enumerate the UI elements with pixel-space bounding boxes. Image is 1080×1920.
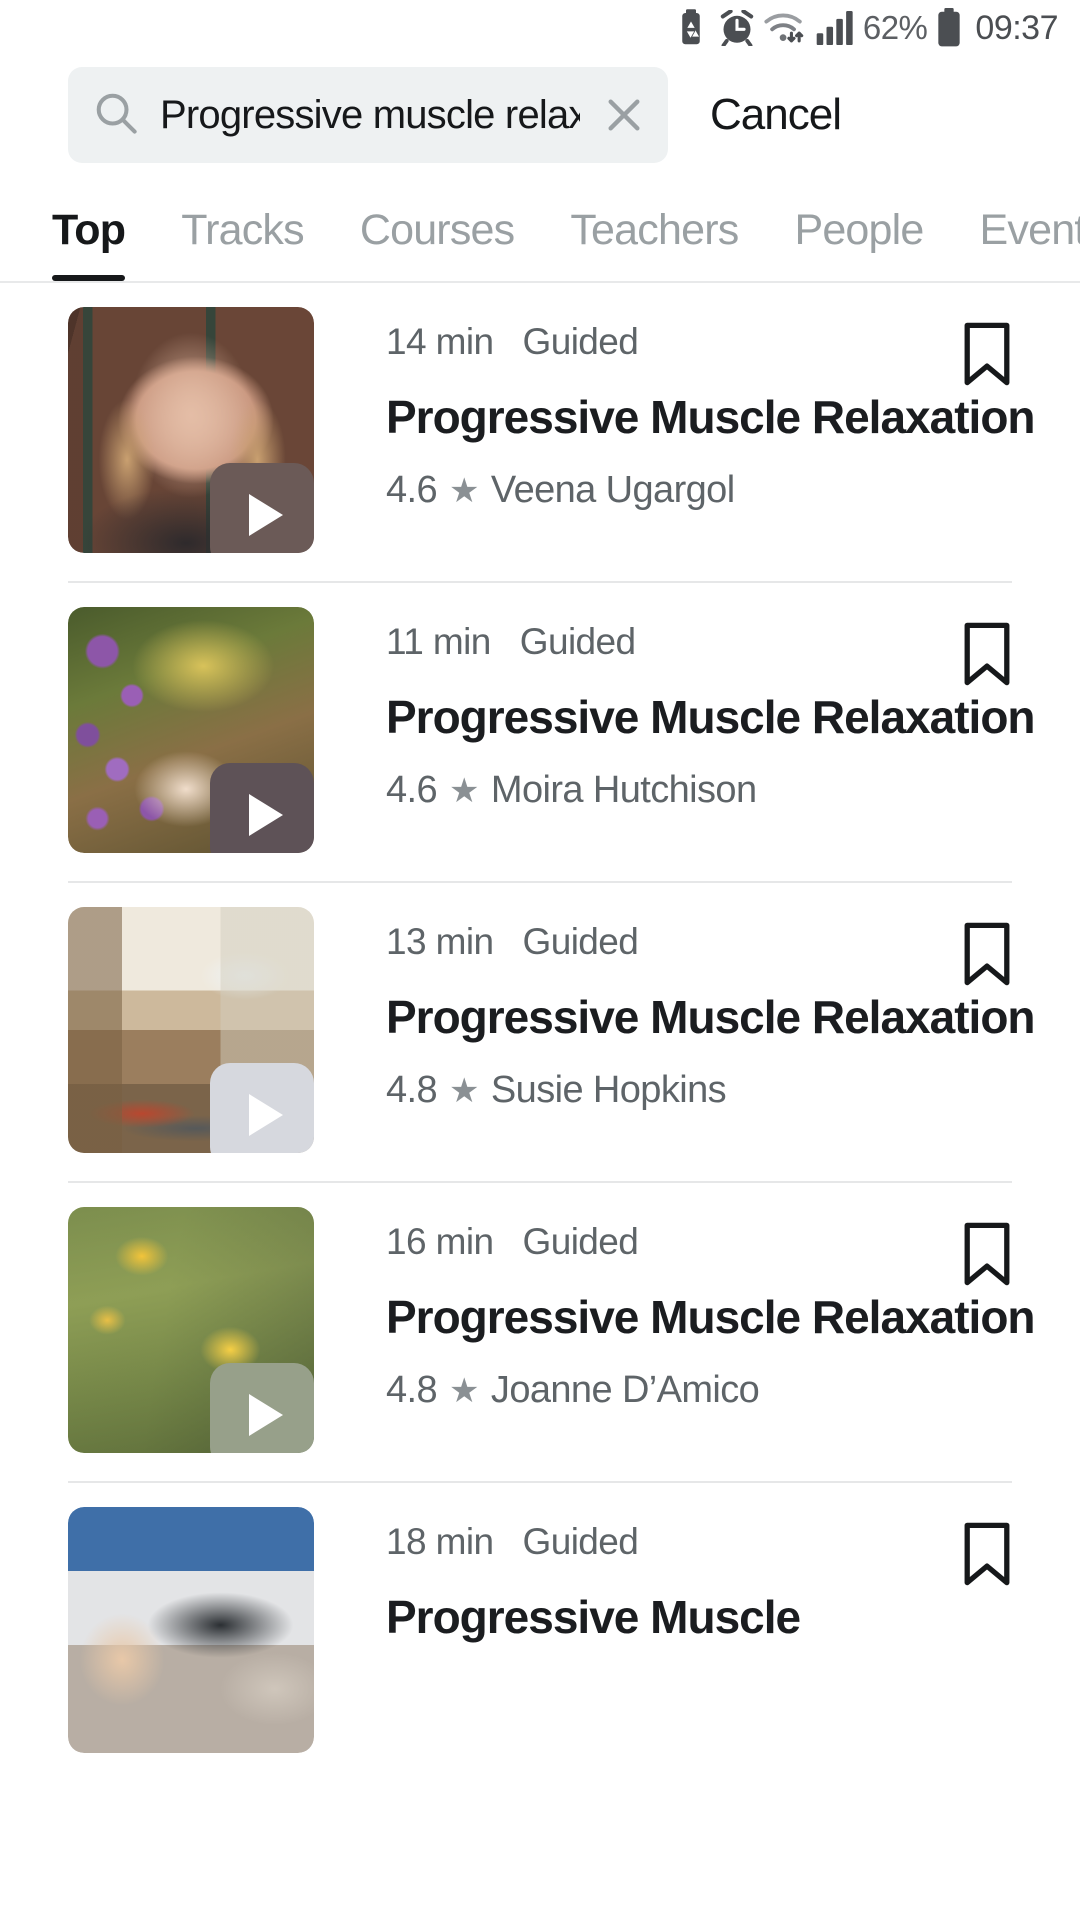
close-icon[interactable] xyxy=(602,93,646,137)
star-icon: ★ xyxy=(449,471,479,510)
track-rating-row: 4.6 ★ Moira Hutchison xyxy=(386,769,1080,812)
star-icon: ★ xyxy=(449,771,479,810)
bookmark-icon[interactable] xyxy=(960,921,1014,987)
battery-icon xyxy=(936,8,962,48)
track-kind: Guided xyxy=(519,621,636,662)
play-icon[interactable] xyxy=(210,1063,314,1153)
tab-courses[interactable]: Courses xyxy=(360,206,515,281)
track-title: Progressive Muscle Relaxation xyxy=(386,1291,1036,1343)
track-thumbnail[interactable] xyxy=(68,1507,314,1753)
track-kind: Guided xyxy=(522,321,639,362)
play-icon[interactable] xyxy=(210,763,314,853)
track-title: Progressive Muscle Relaxation xyxy=(386,691,1036,743)
track-thumbnail[interactable] xyxy=(68,1207,314,1453)
track-duration: 11 min xyxy=(386,621,491,662)
thumbnail-image xyxy=(68,1507,314,1753)
track-kind: Guided xyxy=(522,1521,639,1562)
play-icon[interactable] xyxy=(210,463,314,553)
track-teacher: Susie Hopkins xyxy=(490,1069,727,1112)
bookmark-icon[interactable] xyxy=(960,621,1014,687)
cancel-button[interactable]: Cancel xyxy=(710,90,842,140)
track-kind: Guided xyxy=(522,1221,639,1262)
track-duration: 16 min xyxy=(386,1221,494,1262)
track-duration: 13 min xyxy=(386,921,494,962)
track-rating-row: 4.6 ★ Veena Ugargol xyxy=(386,469,1080,512)
cellular-signal-icon xyxy=(816,11,854,45)
track-rating-row: 4.8 ★ Susie Hopkins xyxy=(386,1069,1080,1112)
track-teacher: Moira Hutchison xyxy=(490,769,757,812)
star-icon: ★ xyxy=(449,1371,479,1410)
track-rating: 4.6 xyxy=(386,469,438,512)
track-rating: 4.8 xyxy=(386,1069,438,1112)
play-icon[interactable] xyxy=(210,1363,314,1453)
alarm-clock-icon xyxy=(720,10,754,46)
tab-people[interactable]: People xyxy=(794,206,924,281)
bookmark-icon[interactable] xyxy=(960,321,1014,387)
tab-label: Tracks xyxy=(181,206,304,254)
tab-label: Top xyxy=(52,206,126,254)
track-title: Progressive Muscle xyxy=(386,1591,801,1643)
track-duration: 14 min xyxy=(386,321,494,362)
status-bar: 62% 09:37 xyxy=(0,0,1080,56)
bookmark-icon[interactable] xyxy=(960,1521,1014,1587)
list-item[interactable]: 11 min Guided Progressive Muscle Relaxat… xyxy=(0,583,1080,853)
track-thumbnail[interactable] xyxy=(68,307,314,553)
bookmark-icon[interactable] xyxy=(960,1221,1014,1287)
tab-teachers[interactable]: Teachers xyxy=(570,206,739,281)
track-rating: 4.6 xyxy=(386,769,438,812)
search-icon xyxy=(94,91,138,140)
tab-events[interactable]: Events xyxy=(980,206,1080,281)
track-duration: 18 min xyxy=(386,1521,494,1562)
list-item[interactable]: 16 min Guided Progressive Muscle Relaxat… xyxy=(0,1183,1080,1453)
search-results-list: 14 min Guided Progressive Muscle Relaxat… xyxy=(0,283,1080,1753)
battery-percent-label: 62% xyxy=(862,9,928,46)
track-title: Progressive Muscle Relaxation xyxy=(386,391,1036,443)
tab-top[interactable]: Top xyxy=(52,206,126,281)
list-item[interactable]: 13 min Guided Progressive Muscle Relaxat… xyxy=(0,883,1080,1153)
tab-label: Courses xyxy=(359,206,515,254)
track-thumbnail[interactable] xyxy=(68,907,314,1153)
track-kind: Guided xyxy=(522,921,639,962)
tab-bar: Top Tracks Courses Teachers People Event… xyxy=(0,166,1080,281)
tab-tracks[interactable]: Tracks xyxy=(181,206,304,281)
star-icon: ★ xyxy=(449,1071,479,1110)
track-rating-row: 4.8 ★ Joanne D’Amico xyxy=(386,1369,1080,1412)
wifi-icon xyxy=(763,10,807,46)
track-title: Progressive Muscle Relaxation xyxy=(386,991,1036,1043)
list-item[interactable]: 14 min Guided Progressive Muscle Relaxat… xyxy=(0,283,1080,553)
tab-label: Teachers xyxy=(570,206,739,254)
tab-active-indicator xyxy=(52,275,126,281)
track-rating: 4.8 xyxy=(386,1369,438,1412)
tab-label: People xyxy=(794,206,924,254)
clock-label: 09:37 xyxy=(975,8,1058,47)
track-teacher: Veena Ugargol xyxy=(490,469,735,512)
list-item[interactable]: 18 min Guided Progressive Muscle xyxy=(0,1483,1080,1753)
battery-saver-icon xyxy=(681,9,711,47)
search-field[interactable] xyxy=(68,67,668,163)
track-teacher: Joanne D’Amico xyxy=(490,1369,760,1412)
tab-label: Events xyxy=(979,206,1080,254)
search-bar: Cancel xyxy=(0,56,1080,166)
search-input[interactable] xyxy=(160,92,580,138)
track-thumbnail[interactable] xyxy=(68,607,314,853)
